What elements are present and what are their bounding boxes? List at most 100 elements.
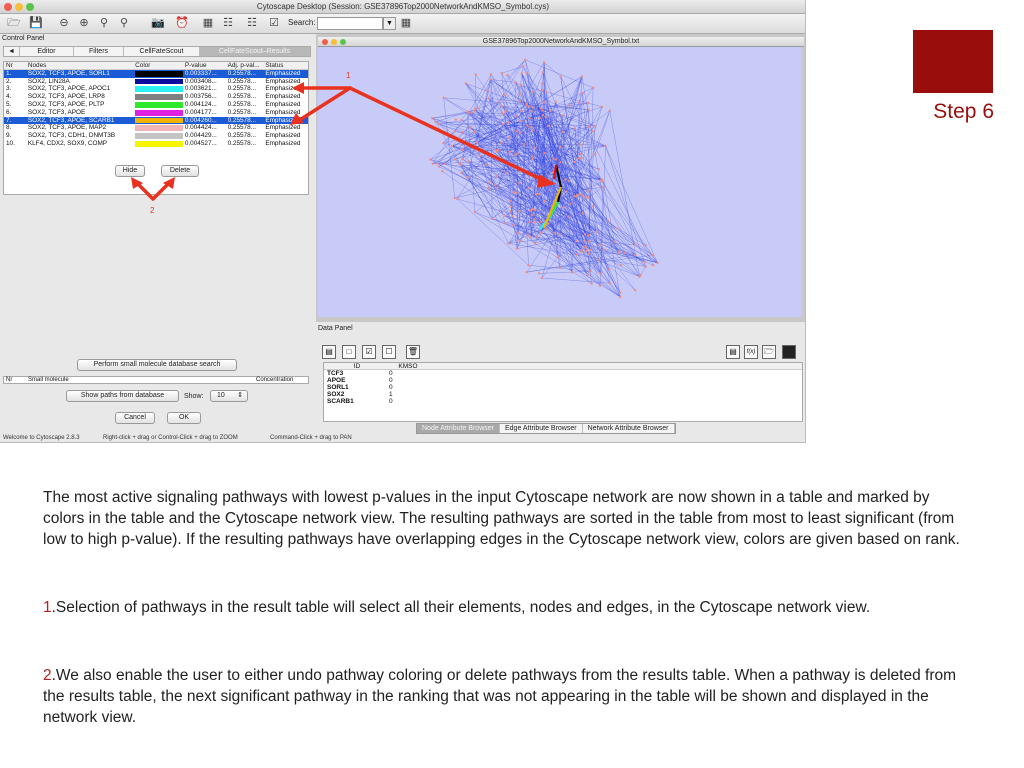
network-close-button[interactable]: [322, 39, 328, 45]
select-all-icon[interactable]: ☑: [362, 345, 376, 359]
search-small-molecule-button[interactable]: Perform small molecule database search: [77, 359, 237, 371]
row-kmso: 0: [389, 398, 393, 405]
minimize-window-button[interactable]: [15, 3, 23, 11]
check-icon[interactable]: ☑: [266, 16, 282, 31]
show-count-select[interactable]: 10 ⇕: [210, 390, 248, 402]
row-kmso: 0: [389, 384, 393, 391]
node-attribute-table: ID KMSO TCF3 0 APOE 0 SORL1 0 SOX2 1 SCARB1 0: [323, 362, 803, 422]
node-attribute-header: ID KMSO: [324, 363, 802, 370]
close-window-button[interactable]: [4, 3, 12, 11]
control-panel: Control Panel ◄ Editor Filters CellFateS…: [0, 34, 316, 432]
col-pvalue[interactable]: P-value: [185, 62, 228, 69]
network-minimize-button[interactable]: [331, 39, 337, 45]
table-row[interactable]: APOE 0: [324, 377, 802, 384]
table-row[interactable]: 2. SOX2, LIN28A 0.003408... 0.25578... Empha…: [4, 78, 308, 86]
camera-icon[interactable]: 📷: [150, 16, 166, 31]
row-pvalue: 0.004260...: [184, 116, 217, 124]
zoom-selected-icon[interactable]: ⚲: [96, 16, 112, 31]
row-color-swatch: [133, 117, 185, 125]
col-concentration[interactable]: Concentration: [256, 377, 308, 383]
tab-filters[interactable]: Filters: [74, 47, 124, 56]
delete-button[interactable]: Delete: [161, 165, 199, 177]
search-input[interactable]: [317, 17, 383, 30]
col-id[interactable]: ID: [324, 363, 387, 370]
zoom-out-icon[interactable]: ⊖: [56, 16, 72, 31]
col-nodes[interactable]: Nodes: [28, 62, 133, 69]
col-nr[interactable]: Nr: [4, 62, 28, 69]
col-status[interactable]: Status: [265, 62, 308, 69]
chevron-down-icon[interactable]: ▼: [383, 17, 396, 30]
show-paths-button[interactable]: Show paths from database: [66, 390, 179, 402]
results-table: Nr Nodes Color P-value Adj. p-val... Sta…: [3, 61, 309, 195]
tab-editor[interactable]: Editor: [20, 47, 74, 56]
function-icon[interactable]: f(x): [744, 345, 758, 359]
col-small-molecule[interactable]: Small molecule: [28, 377, 256, 383]
zoom-fit-icon[interactable]: ⚲: [116, 16, 132, 31]
main-toolbar: 🗁 💾 ⊖ ⊕ ⚲ ⚲ 📷 ⏰ ▦ ☷ ☷ ☑ Search: ▼ ▦: [0, 14, 805, 34]
row-nodes: SOX2, TCF3, APOE, SORL1: [27, 69, 110, 77]
tab-node-attribute-browser[interactable]: Node Attribute Browser: [417, 424, 500, 433]
network-new-icon[interactable]: ☷: [244, 16, 260, 31]
table-row[interactable]: 7. SOX2, TCF3, APOE, SCARB1 0.004260... 0.2…: [4, 116, 308, 125]
folder-open-icon[interactable]: 🗁: [6, 16, 22, 31]
row-color-swatch: [133, 132, 185, 140]
row-status: Emphasized: [265, 124, 301, 132]
row-status: Emphasized: [265, 69, 301, 77]
table-row[interactable]: 8. SOX2, TCF3, APOE, MAP2 0.004424... 0.255…: [4, 124, 308, 132]
table-row[interactable]: SORL1 0: [324, 384, 802, 391]
control-panel-title: Control Panel: [2, 35, 45, 42]
table-row[interactable]: 9. SOX2, TCF3, CDH1, DNMT3B 0.004429... 0.2…: [4, 132, 308, 140]
network-canvas[interactable]: [318, 47, 802, 317]
table-row[interactable]: 5. SOX2, TCF3, APOE, PLTP 0.004124... 0.255…: [4, 101, 308, 109]
trash-icon[interactable]: 🗑: [406, 345, 420, 359]
row-nodes: SOX2, TCF3, APOE, LRP8: [27, 93, 105, 101]
table-row[interactable]: TCF3 0: [324, 370, 802, 377]
row-id: APOE: [327, 377, 346, 384]
row-adj-pvalue: 0.25578...: [227, 100, 256, 108]
row-pvalue: 0.003621...: [184, 85, 217, 93]
row-pvalue: 0.004124...: [184, 100, 217, 108]
table-row[interactable]: SCARB1 0: [324, 398, 802, 405]
table-row[interactable]: SOX2 1: [324, 391, 802, 398]
row-nodes: KLF4, CDX2, SOX9, COMP: [27, 139, 108, 147]
save-icon[interactable]: 💾: [28, 16, 44, 31]
col-kmso[interactable]: KMSO: [387, 363, 427, 370]
row-adj-pvalue: 0.25578...: [227, 93, 256, 101]
table-row[interactable]: 10. KLF4, CDX2, SOX9, COMP 0.004527... 0.25…: [4, 140, 308, 148]
row-nr: 3.: [6, 85, 12, 93]
table-row[interactable]: 6. SOX2, TCF3, APOE 0.004177... 0.25578... E…: [4, 109, 308, 117]
heatmap-icon[interactable]: [782, 345, 796, 359]
alarm-icon[interactable]: ⏰: [174, 16, 190, 31]
folder-icon[interactable]: 🗁: [762, 345, 776, 359]
network-view-icon[interactable]: ☷: [220, 16, 236, 31]
col-sm-nr[interactable]: Nr: [4, 377, 28, 383]
col-color[interactable]: Color: [133, 62, 185, 69]
row-adj-pvalue: 0.25578...: [227, 124, 256, 132]
tab-cellfatescout-results[interactable]: CellFateScout–Results: [200, 47, 310, 56]
table-row[interactable]: 1. SOX2, TCF3, APOE, SORL1 0.003337... 0.25…: [4, 69, 308, 78]
network-zoom-button[interactable]: [340, 39, 346, 45]
zoom-in-icon[interactable]: ⊕: [76, 16, 92, 31]
window-title: Cytoscape Desktop (Session: GSE37896Top2…: [256, 2, 550, 11]
network-graph[interactable]: [318, 47, 802, 317]
row-color-swatch: [133, 85, 185, 93]
tab-network-attribute-browser[interactable]: Network Attribute Browser: [583, 424, 675, 433]
status-bar: Welcome to Cytoscape 2.8.3 Right-click +…: [0, 433, 805, 442]
select-attributes-icon[interactable]: ▤: [322, 345, 336, 359]
note-icon[interactable]: ▤: [726, 345, 740, 359]
hide-button[interactable]: Hide: [115, 165, 145, 177]
tab-cellfatescout[interactable]: CellFateScout: [124, 47, 200, 56]
unselect-icon[interactable]: ☐: [382, 345, 396, 359]
zoom-window-button[interactable]: [26, 3, 34, 11]
table-row[interactable]: 3. SOX2, TCF3, APOE, APOC1 0.003621... 0.25…: [4, 85, 308, 93]
tab-scroll-left[interactable]: ◄: [4, 47, 20, 56]
filter-icon[interactable]: ▦: [398, 16, 414, 31]
col-adj-pvalue[interactable]: Adj. p-val...: [228, 62, 266, 69]
results-rows: 1. SOX2, TCF3, APOE, SORL1 0.003337... 0.25…: [4, 69, 308, 148]
cancel-button[interactable]: Cancel: [115, 412, 155, 424]
new-attribute-icon[interactable]: □: [342, 345, 356, 359]
tab-edge-attribute-browser[interactable]: Edge Attribute Browser: [500, 424, 583, 433]
layout-icon[interactable]: ▦: [200, 16, 216, 31]
ok-button[interactable]: OK: [167, 412, 201, 424]
table-row[interactable]: 4. SOX2, TCF3, APOE, LRP8 0.003756... 0.255…: [4, 93, 308, 101]
